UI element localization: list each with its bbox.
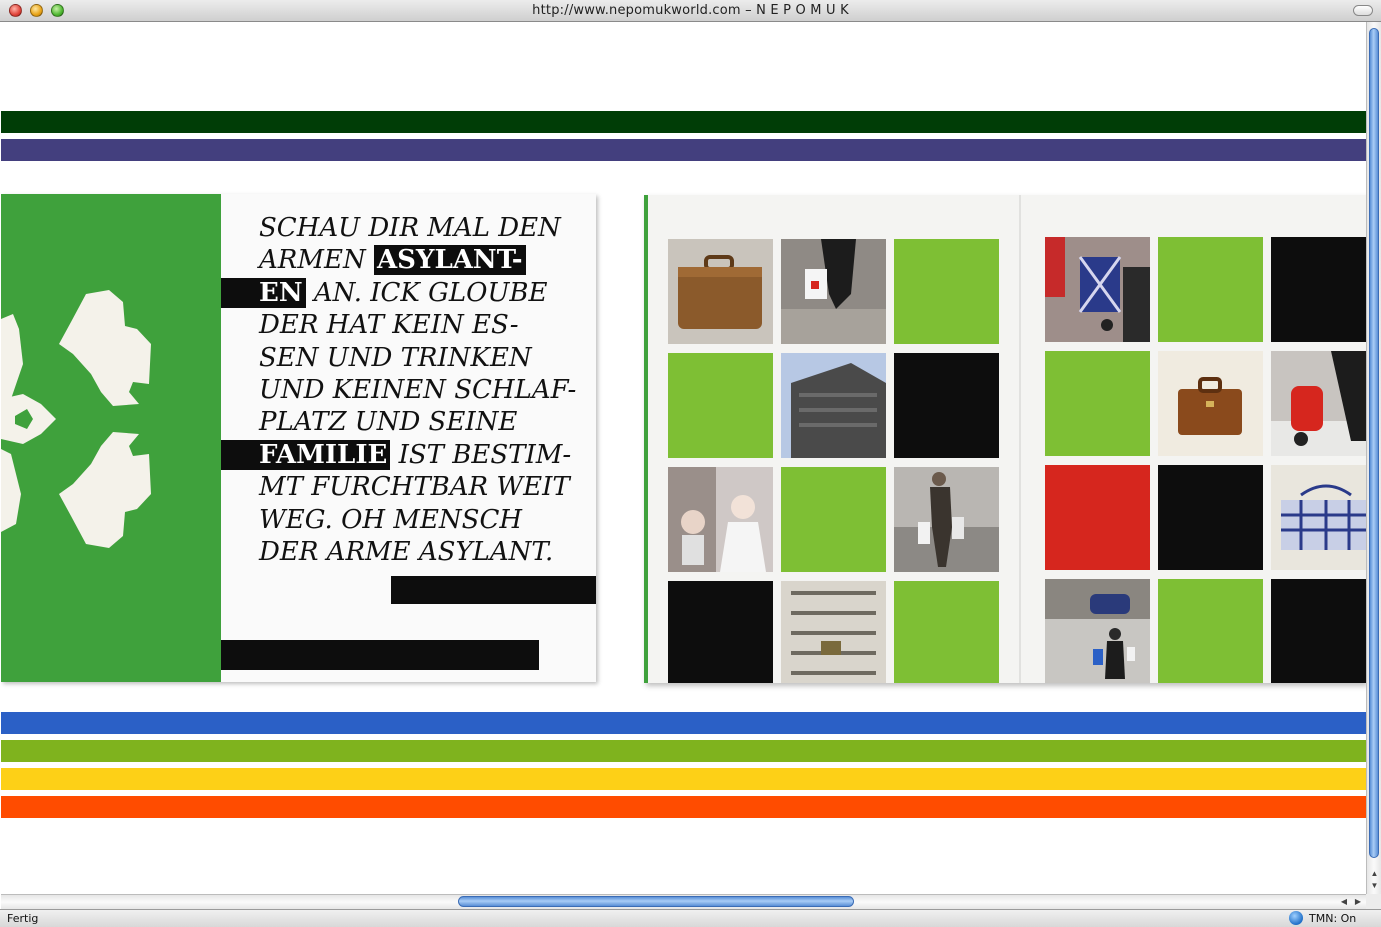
vertical-scrollbar[interactable]: ▲ ▼ xyxy=(1366,22,1381,894)
poem-text-part: WEG. OH MENSCH xyxy=(259,504,523,535)
photo-man-bags xyxy=(894,467,999,572)
poem-text-part: UND KEINEN SCHLAF- xyxy=(259,375,577,406)
horizontal-scroll-thumb[interactable] xyxy=(458,896,854,907)
poem-line: DER HAT KEIN ES- xyxy=(259,309,596,341)
photo-checked-bag-image xyxy=(1271,465,1366,570)
stripe-lime xyxy=(1,740,1366,762)
poem-text-part: MT FURCHTBAR WEIT xyxy=(259,472,570,503)
color-tile-green xyxy=(668,353,773,458)
photo-portraits-image xyxy=(668,467,773,572)
color-tile-black xyxy=(894,353,999,458)
stripe-yellow xyxy=(1,768,1366,790)
photo-man-bags-image xyxy=(894,467,999,572)
tmn-globe-icon[interactable] xyxy=(1289,911,1303,925)
poem-line: SCHAU DIR MAL DEN xyxy=(259,212,596,244)
scroll-down-arrow-icon[interactable]: ▼ xyxy=(1367,880,1381,892)
poem-line: WEG. OH MENSCH xyxy=(259,504,596,536)
poem-text-part: AN. ICK GLOUBE xyxy=(305,277,548,308)
photo-briefcase xyxy=(1158,351,1263,456)
tmn-status: TMN: On xyxy=(1309,912,1357,925)
photo-suitcase xyxy=(668,239,773,344)
photo-legs-bag xyxy=(781,239,886,344)
poem-line: FAMILIE IST BESTIM- xyxy=(221,439,596,471)
booklet-spine xyxy=(1019,195,1021,683)
status-text: Fertig xyxy=(7,912,39,925)
poem-text: SCHAU DIR MAL DEN ARMEN ASYLANT- EN AN. … xyxy=(221,212,596,568)
color-tile-black xyxy=(1271,579,1366,683)
black-bar-upper xyxy=(391,576,596,604)
stripe-purple xyxy=(1,139,1366,161)
poem-line: ARMEN ASYLANT- xyxy=(259,244,596,276)
poem-line: PLATZ UND SEINE xyxy=(259,406,596,438)
poem-text-part: IST BESTIM- xyxy=(390,439,572,470)
color-tile-green xyxy=(1158,579,1263,683)
photo-legs-bag-image xyxy=(781,239,886,344)
poem-line: UND KEINEN SCHLAF- xyxy=(259,374,596,406)
poem-text-part: PLATZ UND SEINE xyxy=(259,407,518,438)
poem-text-part: DER ARME ASYLANT. xyxy=(259,537,554,568)
photo-suitcase-image xyxy=(668,239,773,344)
poem-text-part: SCHAU DIR MAL DEN xyxy=(259,213,561,243)
color-tile-black xyxy=(668,581,773,683)
poem-text-part: SEN UND TRINKEN xyxy=(259,342,532,373)
photo-street xyxy=(1045,579,1150,683)
photo-apartments xyxy=(781,581,886,683)
poem-line: MT FURCHTBAR WEIT xyxy=(259,471,596,503)
photo-building xyxy=(781,353,886,458)
poem-line: EN AN. ICK GLOUBE xyxy=(221,277,596,309)
scroll-up-arrow-icon[interactable]: ▲ xyxy=(1367,868,1381,880)
color-tile-black xyxy=(1271,237,1366,342)
status-bar: Fertig TMN: On xyxy=(0,909,1381,927)
poem-highlight: FAMILIE xyxy=(221,439,391,470)
vertical-scroll-thumb[interactable] xyxy=(1369,28,1379,858)
booklet-edge xyxy=(644,195,648,683)
color-tile-green xyxy=(894,581,999,683)
photo-building-image xyxy=(781,353,886,458)
color-tile-red xyxy=(1045,465,1150,570)
title-bar: http://www.nepomukworld.com – N E P O M … xyxy=(0,0,1381,22)
photo-red-trolley-image xyxy=(1271,351,1366,456)
stripe-dark-green xyxy=(1,111,1366,133)
booklet-left-spread: SCHAU DIR MAL DEN ARMEN ASYLANT- EN AN. … xyxy=(1,194,596,682)
stripe-orange xyxy=(1,796,1366,818)
scroll-left-arrow-icon[interactable]: ◀ xyxy=(1338,895,1350,909)
poem-highlight: ASYLANT- xyxy=(373,245,526,276)
color-tile-green xyxy=(1158,237,1263,342)
poem-line: DER ARME ASYLANT. xyxy=(259,536,596,568)
white-figure-graphic xyxy=(1,290,151,548)
booklet-cover xyxy=(1,194,221,682)
photo-street-image xyxy=(1045,579,1150,683)
toolbar-toggle-button[interactable] xyxy=(1353,5,1373,16)
poem-text-part: ARMEN xyxy=(259,245,374,276)
poem-page: SCHAU DIR MAL DEN ARMEN ASYLANT- EN AN. … xyxy=(221,194,596,682)
color-tile-green xyxy=(781,467,886,572)
photo-trolley xyxy=(1045,237,1150,342)
photo-portraits xyxy=(668,467,773,572)
poem-highlight: EN xyxy=(221,277,306,308)
scroll-right-arrow-icon[interactable]: ▶ xyxy=(1352,895,1364,909)
scroll-corner xyxy=(1366,894,1381,909)
color-tile-green xyxy=(1045,351,1150,456)
photo-trolley-image xyxy=(1045,237,1150,342)
stripe-blue xyxy=(1,712,1366,734)
poem-text-part: DER HAT KEIN ES- xyxy=(259,310,519,341)
window-title: http://www.nepomukworld.com – N E P O M … xyxy=(532,3,849,18)
black-bar-lower xyxy=(221,640,539,670)
photo-briefcase-image xyxy=(1158,351,1263,456)
web-content: SCHAU DIR MAL DEN ARMEN ASYLANT- EN AN. … xyxy=(1,22,1366,894)
color-tile-black xyxy=(1158,465,1263,570)
color-tile-green xyxy=(894,239,999,344)
photo-apartments-image xyxy=(781,581,886,683)
photo-checked-bag xyxy=(1271,465,1366,570)
poem-line: SEN UND TRINKEN xyxy=(259,342,596,374)
photo-red-trolley xyxy=(1271,351,1366,456)
horizontal-scrollbar[interactable]: ◀ ▶ xyxy=(1,894,1366,909)
booklet-right-spread xyxy=(644,195,1366,683)
